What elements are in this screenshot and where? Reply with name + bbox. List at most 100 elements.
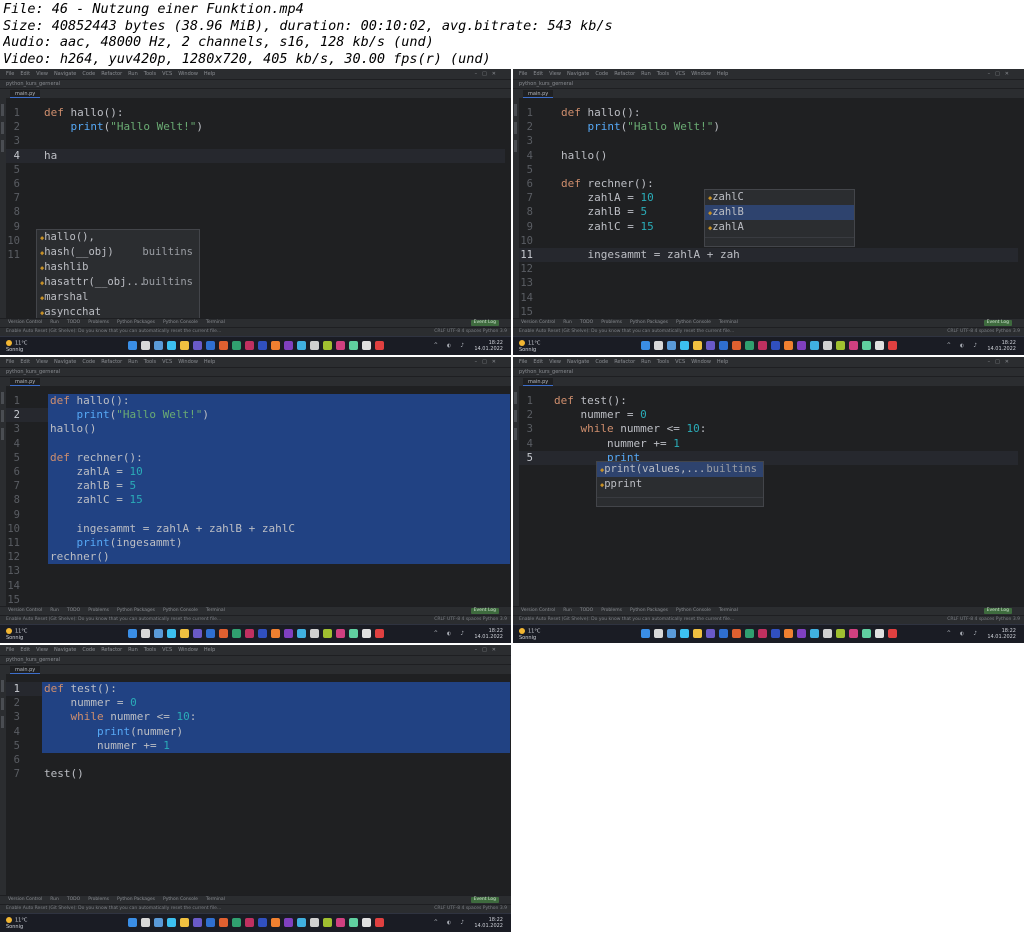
code-line[interactable]: print(ingesammt) — [50, 536, 183, 550]
code-line[interactable]: zahlB = 5 — [50, 479, 136, 493]
tool-window-tab[interactable]: Version Control — [521, 320, 555, 325]
taskbar-app-icon[interactable] — [810, 629, 819, 638]
taskbar-app-icon[interactable] — [141, 341, 150, 350]
taskbar-app-icon[interactable] — [732, 341, 741, 350]
taskbar-app-icon[interactable] — [862, 629, 871, 638]
taskbar-app-icon[interactable] — [706, 629, 715, 638]
code-line[interactable]: def test(): — [554, 394, 627, 408]
project-breadcrumb[interactable]: python_kurs_gerneral — [519, 81, 573, 87]
project-breadcrumb[interactable]: python_kurs_gerneral — [519, 369, 573, 375]
weather-widget[interactable]: 11°C Sonnig — [519, 340, 540, 353]
tool-window-tab[interactable]: Run — [50, 608, 59, 613]
taskbar-app-icon[interactable] — [258, 629, 267, 638]
tool-window-tab[interactable]: Python Console — [163, 608, 198, 613]
tool-window-tab[interactable]: Python Packages — [117, 897, 155, 902]
taskbar-app-icon[interactable] — [297, 341, 306, 350]
autocomplete-item[interactable]: ◆zahlA — [705, 220, 854, 235]
taskbar-app-icon[interactable] — [745, 629, 754, 638]
tool-window-tab[interactable]: Python Console — [676, 320, 711, 325]
code-line[interactable]: zahlA = 10 — [50, 465, 142, 479]
taskbar-app-icon[interactable] — [654, 341, 663, 350]
taskbar-app-icon[interactable] — [245, 629, 254, 638]
project-breadcrumb[interactable]: python_kurs_gerneral — [6, 369, 60, 375]
taskbar-app-icon[interactable] — [362, 918, 371, 927]
menu-item[interactable]: Window — [178, 647, 198, 653]
menu-item[interactable]: Code — [82, 359, 95, 365]
tool-window-tab[interactable]: Python Packages — [117, 320, 155, 325]
taskbar-app-icon[interactable] — [888, 629, 897, 638]
taskbar-app-icon[interactable] — [349, 918, 358, 927]
tool-window-tab[interactable]: Run — [50, 897, 59, 902]
taskbar-app-icon[interactable] — [667, 341, 676, 350]
taskbar-app-icon[interactable] — [271, 918, 280, 927]
tool-window-tab[interactable]: Python Packages — [630, 608, 668, 613]
tool-window-tab[interactable]: Terminal — [206, 897, 225, 902]
code-line[interactable]: def hallo(): — [50, 394, 129, 408]
taskbar-app-icon[interactable] — [180, 918, 189, 927]
taskbar-app-icon[interactable] — [641, 629, 650, 638]
menu-item[interactable]: View — [36, 71, 48, 77]
tool-window-tab[interactable]: TODO — [580, 608, 593, 613]
tool-window-button[interactable] — [1, 410, 4, 422]
taskbar-app-icon[interactable] — [167, 918, 176, 927]
taskbar-app-icon[interactable] — [206, 918, 215, 927]
autocomplete-item[interactable]: ◆zahlC — [705, 190, 854, 205]
taskbar-app-icon[interactable] — [810, 341, 819, 350]
code-line[interactable]: hallo() — [561, 149, 607, 163]
taskbar-app-icon[interactable] — [823, 629, 832, 638]
menu-item[interactable]: View — [36, 359, 48, 365]
taskbar-app-icon[interactable] — [128, 629, 137, 638]
code-line[interactable]: def rechner(): — [50, 451, 143, 465]
taskbar-app-icon[interactable] — [693, 341, 702, 350]
tool-window-tab[interactable]: Terminal — [206, 320, 225, 325]
tool-window-tab[interactable]: Python Console — [676, 608, 711, 613]
taskbar-app-icon[interactable] — [375, 918, 384, 927]
menu-item[interactable]: Refactor — [101, 71, 122, 77]
autocomplete-item[interactable]: ◆marshal — [37, 290, 199, 305]
taskbar-app-icon[interactable] — [862, 341, 871, 350]
taskbar-app-icon[interactable] — [128, 918, 137, 927]
taskbar-clock[interactable]: 18:22 14.01.2022 — [987, 340, 1016, 352]
taskbar-clock[interactable]: 18:22 14.01.2022 — [474, 340, 503, 352]
menu-item[interactable]: Navigate — [54, 647, 76, 653]
tool-window-button[interactable] — [514, 140, 517, 152]
weather-widget[interactable]: 11°C Sonnig — [6, 628, 27, 641]
menu-item[interactable]: Run — [128, 647, 138, 653]
autocomplete-item[interactable]: ◆hash(__obj) builtins — [37, 245, 199, 260]
taskbar-app-icon[interactable] — [719, 341, 728, 350]
taskbar-app-icon[interactable] — [784, 341, 793, 350]
window-controls[interactable]: –□✕ — [988, 69, 1014, 79]
taskbar-app-icon[interactable] — [141, 629, 150, 638]
taskbar-app-icon[interactable] — [323, 629, 332, 638]
taskbar-app-icon[interactable] — [888, 341, 897, 350]
taskbar-app-icon[interactable] — [154, 341, 163, 350]
taskbar-app-icon[interactable] — [219, 341, 228, 350]
taskbar-app-icon[interactable] — [310, 341, 319, 350]
taskbar-app-icon[interactable] — [823, 341, 832, 350]
taskbar-app-icon[interactable] — [771, 341, 780, 350]
code-line[interactable]: def rechner(): — [561, 177, 654, 191]
taskbar-app-icon[interactable] — [693, 629, 702, 638]
editor-tab-main-py[interactable]: main.py — [10, 666, 41, 674]
code-line[interactable]: print("Hallo Welt!") — [50, 408, 209, 422]
taskbar-app-icon[interactable] — [680, 629, 689, 638]
menu-item[interactable]: Refactor — [101, 359, 122, 365]
taskbar-app-icon[interactable] — [167, 629, 176, 638]
taskbar-app-icon[interactable] — [284, 341, 293, 350]
tool-window-button[interactable] — [1, 122, 4, 134]
menu-item[interactable]: VCS — [675, 71, 685, 77]
taskbar-app-icon[interactable] — [849, 629, 858, 638]
taskbar-app-icon[interactable] — [284, 918, 293, 927]
taskbar-app-icon[interactable] — [375, 341, 384, 350]
code-line[interactable]: rechner() — [50, 550, 110, 564]
taskbar-app-icon[interactable] — [206, 629, 215, 638]
menu-item[interactable]: Refactor — [614, 71, 635, 77]
menu-item[interactable]: Run — [128, 71, 138, 77]
event-log-button[interactable]: Event Log — [470, 897, 499, 903]
taskbar-app-icon[interactable] — [193, 629, 202, 638]
event-log-button[interactable]: Event Log — [983, 608, 1012, 614]
tool-window-button[interactable] — [1, 698, 4, 710]
taskbar-app-icon[interactable] — [193, 918, 202, 927]
tool-window-button[interactable] — [514, 104, 517, 116]
tool-window-tab[interactable]: Python Packages — [117, 608, 155, 613]
